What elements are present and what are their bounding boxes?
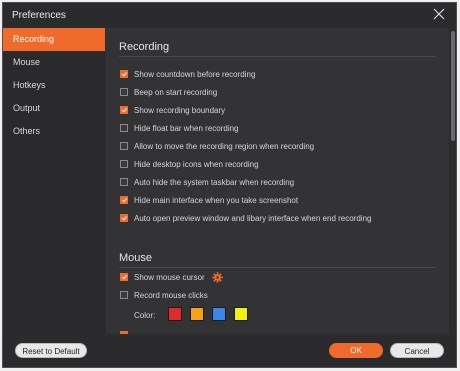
checkbox[interactable] — [120, 142, 128, 150]
scrollbar-thumb[interactable] — [451, 31, 455, 141]
mouse-section-title: Mouse — [119, 252, 153, 264]
checkbox[interactable] — [120, 178, 128, 186]
option-allow-move-region[interactable]: Allow to move the recording region when … — [120, 140, 314, 152]
reset-to-default-button[interactable]: Reset to Default — [15, 343, 87, 358]
option-show-countdown[interactable]: Show countdown before recording — [120, 68, 255, 80]
ok-button[interactable]: OK — [329, 343, 383, 358]
option-label: Record mouse clicks — [134, 290, 208, 300]
close-icon[interactable] — [432, 7, 446, 21]
settings-panel: Recording Show countdown before recordin… — [106, 28, 449, 334]
sidebar: Recording Mouse Hotkeys Output Others — [3, 28, 105, 334]
option-label: Hide main interface when you take screen… — [134, 195, 299, 205]
option-label: Beep on start recording — [134, 87, 218, 97]
section-divider — [119, 56, 436, 57]
option-label: Auto hide the system taskbar when record… — [134, 177, 295, 187]
option-label: Allow to move the recording region when … — [134, 141, 315, 151]
checkbox[interactable] — [120, 88, 128, 96]
checkbox[interactable] — [120, 106, 128, 114]
checkbox[interactable] — [120, 160, 128, 168]
color-swatch-red[interactable] — [168, 307, 182, 321]
option-hide-float-bar[interactable]: Hide float bar when recording — [120, 122, 239, 134]
title-bar: Preferences — [3, 3, 456, 28]
recording-section-title: Recording — [119, 41, 170, 53]
scrollbar[interactable] — [449, 28, 456, 334]
checkbox[interactable] — [120, 124, 128, 132]
checkbox[interactable] — [120, 273, 128, 281]
checkbox[interactable] — [120, 70, 128, 78]
checkbox[interactable] — [120, 196, 128, 204]
footer-bar: Reset to Default OK Cancel — [3, 334, 456, 367]
sidebar-item-mouse[interactable]: Mouse — [3, 51, 105, 74]
sidebar-item-output[interactable]: Output — [3, 97, 105, 120]
option-hide-main-interface[interactable]: Hide main interface when you take screen… — [120, 194, 298, 206]
gear-icon[interactable] — [211, 271, 223, 283]
option-label: Show mouse cursor — [134, 272, 205, 282]
option-label: Show recording boundary — [134, 105, 226, 115]
option-label: Auto open preview window and libary inte… — [134, 213, 372, 223]
color-swatch-orange[interactable] — [190, 307, 204, 321]
section-divider — [119, 267, 436, 268]
option-show-mouse-cursor[interactable]: Show mouse cursor — [120, 271, 223, 283]
option-auto-hide-taskbar[interactable]: Auto hide the system taskbar when record… — [120, 176, 294, 188]
option-show-boundary[interactable]: Show recording boundary — [120, 104, 225, 116]
option-label: Hide desktop icons when recording — [134, 159, 259, 169]
preferences-window: Preferences Recording Mouse Hotkeys Outp… — [2, 2, 457, 368]
option-record-mouse-clicks[interactable]: Record mouse clicks — [120, 289, 208, 301]
option-beep-on-start[interactable]: Beep on start recording — [120, 86, 217, 98]
sidebar-item-others[interactable]: Others — [3, 120, 105, 143]
color-label: Color: — [134, 311, 156, 320]
option-label: Hide float bar when recording — [134, 123, 239, 133]
checkbox[interactable] — [120, 291, 128, 299]
color-swatch-blue[interactable] — [212, 307, 226, 321]
checkbox[interactable] — [120, 214, 128, 222]
window-title: Preferences — [12, 10, 66, 21]
cancel-button[interactable]: Cancel — [390, 343, 444, 358]
option-label: Show countdown before recording — [134, 69, 256, 79]
color-swatch-yellow[interactable] — [234, 307, 248, 321]
option-auto-open-preview[interactable]: Auto open preview window and libary inte… — [120, 212, 371, 224]
option-hide-desktop-icons[interactable]: Hide desktop icons when recording — [120, 158, 259, 170]
sidebar-item-recording[interactable]: Recording — [3, 28, 105, 51]
sidebar-item-hotkeys[interactable]: Hotkeys — [3, 74, 105, 97]
